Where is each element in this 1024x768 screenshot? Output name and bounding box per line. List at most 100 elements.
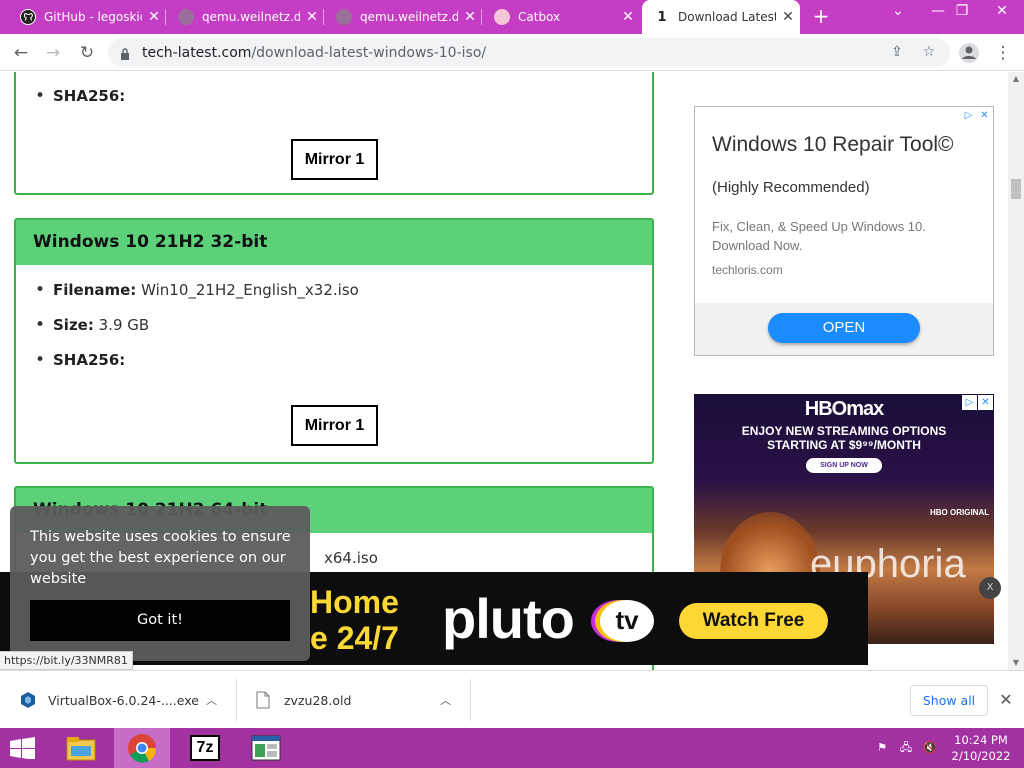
browser-toolbar: ← → ↻ tech-latest.com/download-latest-wi…: [0, 34, 1024, 71]
catbox-icon: [494, 9, 510, 25]
scroll-thumb[interactable]: [1011, 179, 1021, 199]
chrome-icon[interactable]: [114, 728, 170, 768]
download-item[interactable]: VirtualBox-6.0.24-....exe ︿: [0, 671, 236, 729]
sha-item: SHA256:: [35, 86, 652, 106]
window-app-icon[interactable]: [238, 728, 294, 768]
network-icon[interactable]: 🖧: [898, 740, 914, 756]
windows-taskbar: 7z ⚑ 🖧 🔇 10:24 PM 2/10/2022: [0, 728, 1024, 768]
ad-line-2: STARTING AT $9⁹⁹/MONTH: [767, 438, 921, 452]
new-tab-button[interactable]: +: [808, 5, 834, 29]
ad-open-button[interactable]: OPEN: [768, 313, 920, 343]
windows-start-icon[interactable]: [8, 737, 38, 760]
download-item[interactable]: zvzu28.old ︿: [236, 671, 470, 729]
file-explorer-icon[interactable]: [53, 728, 109, 768]
tab-title: qemu.weilnetz.de: [360, 10, 458, 24]
share-icon[interactable]: ⇪: [886, 41, 908, 63]
forward-icon[interactable]: →: [40, 40, 66, 66]
sha-label: SHA256:: [53, 351, 126, 369]
pluto-logo: pluto: [442, 587, 575, 650]
tab-qemu-2[interactable]: qemu.weilnetz.de ✕: [324, 0, 482, 34]
cookie-accept-button[interactable]: Got it!: [30, 600, 290, 641]
url-host: tech-latest.com: [142, 45, 252, 61]
close-tab-icon[interactable]: ✕: [142, 9, 166, 25]
restore-icon[interactable]: ❐: [942, 0, 982, 26]
mirror-1-button[interactable]: Mirror 1: [291, 139, 378, 180]
chevron-up-icon[interactable]: ︿: [206, 692, 217, 708]
close-banner-icon[interactable]: X: [979, 577, 1001, 599]
github-icon: [20, 9, 36, 25]
filename-value: Win10_21H2_English_x32.iso: [141, 281, 359, 299]
status-url: https://bit.ly/33NMR81: [0, 651, 133, 670]
scroll-up-icon[interactable]: ▲: [1008, 72, 1024, 86]
download-filename: zvzu28.old: [284, 692, 352, 708]
globe-icon: [336, 9, 352, 25]
virtualbox-icon: [20, 691, 36, 709]
clock-time: 10:24 PM: [954, 733, 1008, 747]
close-ad-icon[interactable]: ✕: [977, 108, 992, 123]
filename-value: x64.iso: [324, 549, 378, 567]
address-bar[interactable]: tech-latest.com/download-latest-windows-…: [108, 38, 950, 67]
close-tab-icon[interactable]: ✕: [300, 9, 324, 25]
banner-text-1: Home: [310, 584, 399, 620]
download-bar: VirtualBox-6.0.24-....exe ︿ zvzu28.old ︿…: [0, 670, 1024, 728]
show-all-button[interactable]: Show all: [910, 685, 988, 716]
close-window-icon[interactable]: ✕: [982, 0, 1022, 26]
cookie-consent: This website uses cookies to ensure you …: [10, 506, 310, 661]
system-clock[interactable]: 10:24 PM 2/10/2022: [946, 732, 1016, 764]
sign-up-button[interactable]: SIGN UP NOW: [806, 458, 882, 473]
filename-label: Filename:: [53, 281, 137, 299]
mirror-1-button[interactable]: Mirror 1: [291, 405, 378, 446]
card-title: Windows 10 21H2 32-bit: [16, 220, 652, 265]
7zip-icon[interactable]: 7z: [177, 728, 233, 768]
volume-muted-icon[interactable]: 🔇: [922, 740, 938, 756]
ad-repair-tool[interactable]: ▷ ✕ Windows 10 Repair Tool© (Highly Reco…: [694, 106, 994, 356]
sha-item: SHA256:: [35, 350, 652, 370]
url-path: /download-latest-windows-10-iso/: [251, 45, 487, 61]
close-download-bar-icon[interactable]: ✕: [996, 688, 1016, 712]
ad-line-1: ENJOY NEW STREAMING OPTIONS: [741, 424, 947, 438]
bookmark-star-icon[interactable]: ☆: [918, 41, 940, 63]
close-tab-icon[interactable]: ✕: [776, 9, 800, 25]
back-icon[interactable]: ←: [8, 40, 34, 66]
url-text: tech-latest.com/download-latest-windows-…: [142, 45, 486, 61]
clock-date: 2/10/2022: [951, 749, 1011, 763]
download-card-32bit: Windows 10 21H2 32-bit Filename: Win10_2…: [14, 218, 654, 464]
cookie-message: This website uses cookies to ensure you …: [30, 529, 291, 587]
tab-title: GitHub - legoskid: [44, 10, 142, 24]
reload-icon[interactable]: ↻: [74, 40, 100, 66]
scroll-down-icon[interactable]: ▼: [1008, 656, 1024, 670]
tab-qemu-1[interactable]: qemu.weilnetz.de ✕: [166, 0, 324, 34]
tab-title: Download Latest: [678, 10, 776, 24]
sha-label: SHA256:: [53, 87, 126, 105]
download-card-previous: SHA256: Mirror 1: [14, 72, 654, 195]
ad-domain: techloris.com: [712, 263, 783, 277]
ad-title: Windows 10 Repair Tool©: [712, 133, 954, 156]
close-tab-icon[interactable]: ✕: [616, 9, 640, 25]
filename-item: Filename: Win10_21H2_English_x32.iso: [35, 280, 652, 300]
page-scrollbar[interactable]: ▲ ▼: [1008, 72, 1024, 670]
tab-catbox[interactable]: Catbox ✕: [482, 0, 640, 34]
watch-free-button[interactable]: Watch Free: [679, 603, 828, 639]
hbo-original-badge: HBO ORIGINAL: [930, 508, 990, 517]
globe-icon: [178, 9, 194, 25]
tab-download-latest[interactable]: 1 Download Latest ✕: [642, 0, 800, 34]
profile-avatar-icon[interactable]: [956, 40, 982, 66]
ad-footer: OPEN: [695, 303, 993, 355]
ad-body: Fix, Clean, & Speed Up Windows 10. Downl…: [712, 219, 926, 253]
tab-title: qemu.weilnetz.de: [202, 10, 300, 24]
lock-icon: [120, 45, 130, 60]
download-filename: VirtualBox-6.0.24-....exe: [48, 692, 199, 708]
pluto-tv-badge: tv: [600, 600, 654, 642]
tab-github[interactable]: GitHub - legoskid ✕: [8, 0, 166, 34]
hbomax-logo: HBOmax: [804, 398, 884, 420]
adchoices-icon[interactable]: ▷: [961, 108, 976, 123]
action-center-flag-icon[interactable]: ⚑: [874, 740, 890, 756]
techlatest-icon: 1: [657, 9, 667, 25]
file-icon: [256, 691, 272, 709]
close-tab-icon[interactable]: ✕: [458, 9, 482, 25]
chevron-up-icon[interactable]: ︿: [440, 692, 451, 708]
tab-strip: GitHub - legoskid ✕ qemu.weilnetz.de ✕ q…: [0, 0, 1024, 34]
size-value: 3.9 GB: [98, 316, 150, 334]
tab-search-icon[interactable]: ⌄: [878, 0, 918, 26]
menu-kebab-icon[interactable]: ⋮: [990, 40, 1016, 66]
